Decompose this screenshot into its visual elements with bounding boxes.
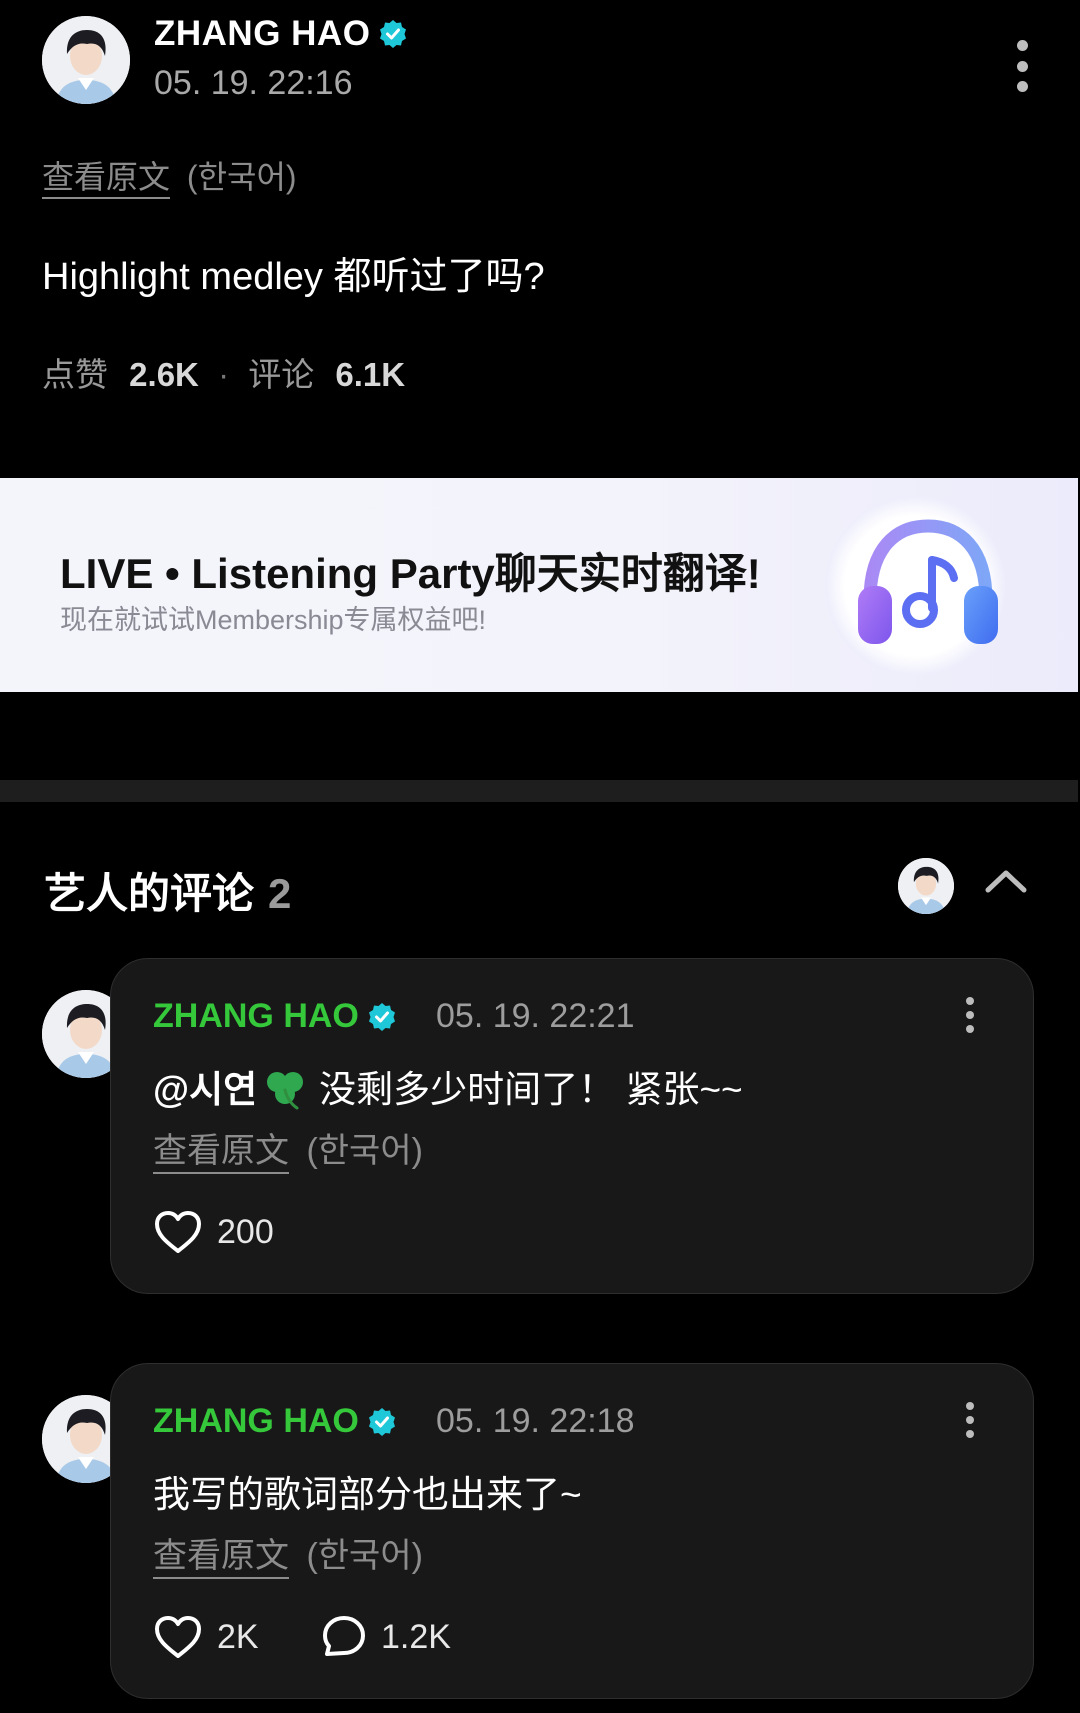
original-language-label: (한국어) [306, 1537, 423, 1575]
original-language-label: (한국어) [186, 159, 297, 195]
heart-icon [153, 1614, 203, 1660]
headphones-music-icon [848, 508, 1008, 658]
comment-text: @시연 没剩多少时间了！ 紧张~~ [153, 1059, 743, 1119]
post-body-text: Highlight medley 都听过了吗? [42, 256, 545, 298]
comment-author[interactable]: ZHANG HAO [153, 997, 397, 1036]
heart-icon [153, 1209, 203, 1255]
clover-emoji-icon [261, 1066, 309, 1119]
stats-separator: · [218, 356, 230, 393]
view-original-link[interactable]: 查看原文 [153, 1132, 289, 1174]
artist-comments-count: 2 [268, 870, 292, 917]
comment-translate-row: 查看原文 (한국어) [153, 1528, 423, 1579]
comment-more-options-button[interactable] [963, 997, 977, 1033]
author-avatar[interactable] [42, 16, 130, 104]
verified-badge-icon [378, 19, 408, 49]
post-stats: 点赞 2.6K · 评论 6.1K [42, 348, 405, 396]
more-dot-icon [966, 1430, 974, 1438]
banner-subtitle: 现在就试试Membership专属权益吧! [60, 605, 487, 635]
comment-mention[interactable]: @시연 [153, 1069, 257, 1110]
post-more-options-button[interactable] [1012, 40, 1032, 92]
author-name-text: ZHANG HAO [154, 14, 371, 53]
view-original-link[interactable]: 查看原文 [153, 1537, 289, 1579]
more-dot-icon [966, 1416, 974, 1424]
view-original-link[interactable]: 查看原文 [42, 159, 171, 199]
artist-avatar-small[interactable] [898, 858, 954, 914]
comment-like-button[interactable]: 2K [153, 1614, 259, 1660]
more-dot-icon [966, 1025, 974, 1033]
comment-text: 我写的歌词部分也出来了~ [153, 1474, 582, 1515]
comment-timestamp: 05. 19. 22:18 [436, 1402, 635, 1440]
post-translate-row: 查看原文 (한국어) [42, 152, 297, 199]
verified-badge-icon [367, 1407, 397, 1437]
comment-like-button[interactable]: 200 [153, 1209, 274, 1255]
comment-message: 没剩多少时间了！ 紧张~~ [319, 1069, 743, 1110]
comment-card: ZHANG HAO 05. 19. 22:18 我写的歌词部分也出来了~ 查看原… [110, 1363, 1034, 1699]
comment-reply-count: 1.2K [381, 1617, 451, 1656]
comment-like-count: 200 [217, 1212, 274, 1251]
more-dot-icon [966, 1402, 974, 1410]
more-dot-icon [1016, 60, 1028, 72]
comments-count[interactable]: 6.1K [335, 356, 405, 393]
likes-label: 点赞 [42, 356, 108, 393]
more-dot-icon [966, 997, 974, 1005]
comment-more-options-button[interactable] [963, 1402, 977, 1438]
comment-translate-row: 查看原文 (한국어) [153, 1123, 423, 1174]
likes-count: 2.6K [129, 356, 199, 393]
more-dot-icon [966, 1011, 974, 1019]
comments-label[interactable]: 评论 [248, 356, 314, 393]
verified-badge-icon [367, 1002, 397, 1032]
comment-card: ZHANG HAO 05. 19. 22:21 @시연 没剩多少时间了！ 紧张~… [110, 958, 1034, 1294]
comment-author-text: ZHANG HAO [153, 1402, 359, 1440]
comment-reply-button[interactable]: 1.2K [321, 1614, 451, 1660]
artist-comments-title: 艺人的评论 [44, 870, 255, 917]
comment-like-count: 2K [217, 1617, 259, 1656]
section-divider [0, 780, 1078, 802]
more-dot-icon [1016, 81, 1028, 92]
comment-author-text: ZHANG HAO [153, 997, 359, 1035]
original-language-label: (한국어) [306, 1132, 423, 1170]
comment-author[interactable]: ZHANG HAO [153, 1402, 397, 1441]
post-timestamp: 05. 19. 22:16 [154, 64, 353, 102]
collapse-chevron-up-icon[interactable] [984, 866, 1028, 896]
artist-comments-header: 艺人的评论 2 [44, 860, 291, 921]
author-name[interactable]: ZHANG HAO [154, 14, 408, 54]
comment-timestamp: 05. 19. 22:21 [436, 997, 635, 1035]
more-dot-icon [1016, 40, 1028, 51]
membership-banner[interactable]: LIVE • Listening Party聊天实时翻译! 现在就试试Membe… [0, 478, 1078, 692]
speech-bubble-icon [321, 1614, 367, 1660]
banner-title: LIVE • Listening Party聊天实时翻译! [60, 550, 761, 597]
